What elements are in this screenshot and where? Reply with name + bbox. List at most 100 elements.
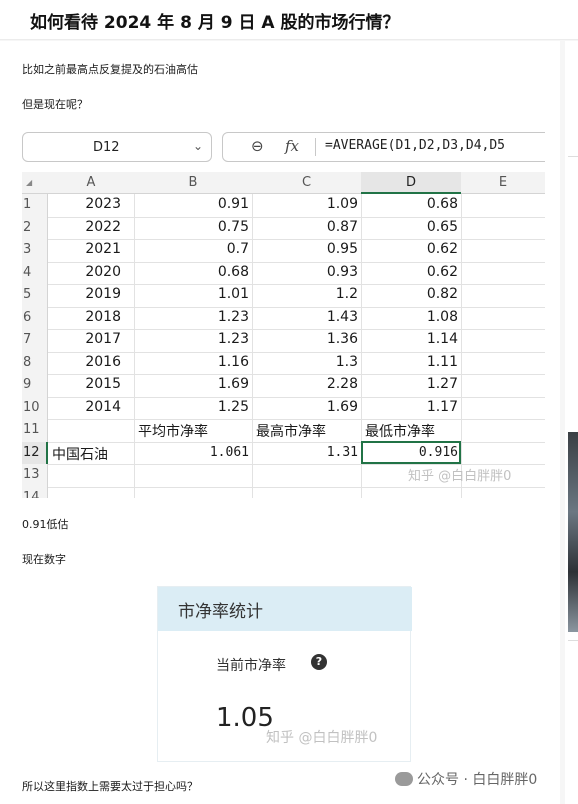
cell[interactable]: 1.16: [134, 354, 252, 370]
name-box-value: D12: [93, 140, 120, 155]
wechat-label: 公众号 · 白白胖胖0: [417, 772, 538, 788]
gridline: [48, 351, 545, 353]
cell[interactable]: 2018: [48, 309, 124, 325]
cell[interactable]: 1.36: [252, 331, 361, 347]
formula-bar[interactable]: ⊖ fx =AVERAGE(D1,D2,D3,D4,D5: [222, 132, 545, 162]
column-header-c[interactable]: C: [252, 172, 361, 194]
cell[interactable]: 0.7: [134, 241, 252, 257]
cell[interactable]: 1.08: [361, 309, 461, 325]
card-title: 市净率统计: [178, 602, 263, 622]
cell[interactable]: 平均市净率: [138, 421, 252, 441]
cell[interactable]: 0.91: [134, 196, 252, 212]
column-header-d[interactable]: D: [361, 172, 461, 194]
card-header: 市净率统计: [158, 587, 412, 631]
cell[interactable]: 0.68: [361, 196, 461, 212]
cell[interactable]: 1.01: [134, 286, 252, 302]
cell[interactable]: 最低市净率: [365, 421, 461, 441]
cell[interactable]: 2014: [48, 399, 124, 415]
row-header[interactable]: 6: [22, 306, 48, 329]
cell[interactable]: 0.65: [361, 219, 461, 235]
cell[interactable]: 1.69: [134, 376, 252, 392]
row-header[interactable]: 1: [22, 194, 48, 217]
cell[interactable]: 2019: [48, 286, 124, 302]
formula-text: =AVERAGE(D1,D2,D3,D4,D5: [325, 138, 506, 153]
cell[interactable]: 0.62: [361, 264, 461, 280]
cell[interactable]: 2023: [48, 196, 124, 212]
cell[interactable]: 1.23: [134, 309, 252, 325]
cell[interactable]: 0.68: [134, 264, 252, 280]
paragraph: 0.91低估: [22, 518, 69, 531]
cell[interactable]: 1.2: [252, 286, 361, 302]
paragraph: 比如之前最高点反复提及的石油高估: [22, 63, 198, 76]
top-bar: 如何看待 2024 年 8 月 9 日 A 股的市场行情？: [0, 0, 578, 40]
excel-screenshot: D12 ⌄ ⊖ fx =AVERAGE(D1,D2,D3,D4,D5 ◢ A B…: [22, 128, 545, 498]
sidebar-image[interactable]: [568, 432, 578, 632]
row-header[interactable]: 14: [22, 486, 48, 498]
divider: [568, 156, 578, 157]
gridline: [48, 329, 545, 330]
column-header-a[interactable]: A: [48, 172, 134, 194]
gridline: [48, 306, 545, 308]
paragraph: 现在数字: [22, 553, 66, 566]
row-header[interactable]: 3: [22, 239, 48, 262]
cell[interactable]: 0.62: [361, 241, 461, 257]
row-header[interactable]: 8: [22, 351, 48, 374]
cell[interactable]: 0.82: [361, 286, 461, 302]
cell[interactable]: 最高市净率: [256, 421, 361, 441]
paragraph: 但是现在呢？: [22, 98, 88, 111]
column-header-e[interactable]: E: [461, 172, 545, 194]
row-header[interactable]: 13: [22, 464, 48, 487]
cell[interactable]: 2021: [48, 241, 124, 257]
chevron-down-icon[interactable]: ⌄: [193, 139, 203, 153]
gridline: [48, 441, 545, 443]
cell[interactable]: 2022: [48, 219, 124, 235]
cell[interactable]: 0.87: [252, 219, 361, 235]
name-box[interactable]: D12 ⌄: [22, 132, 212, 162]
cell[interactable]: 2020: [48, 264, 124, 280]
divider: [568, 640, 578, 641]
row-header[interactable]: 9: [22, 374, 48, 397]
cell[interactable]: 0.93: [252, 264, 361, 280]
function-icon[interactable]: fx: [285, 137, 299, 155]
cell[interactable]: 2015: [48, 376, 124, 392]
cell[interactable]: 0.75: [134, 219, 252, 235]
cell[interactable]: 1.27: [361, 376, 461, 392]
cell[interactable]: 1.14: [361, 331, 461, 347]
gridline: [48, 284, 545, 285]
watermark: 知乎 @白白胖胖0: [408, 469, 512, 484]
gridline: [48, 374, 545, 375]
wechat-watermark: 公众号 · 白白胖胖0: [395, 769, 537, 789]
selected-cell[interactable]: [361, 441, 461, 464]
row-header[interactable]: 7: [22, 329, 48, 352]
cell[interactable]: 中国石油: [52, 444, 134, 464]
pb-stats-card: 市净率统计 当前市净率 ? 1.05 知乎 @白白胖胖0: [157, 586, 412, 762]
column-header-b[interactable]: B: [134, 172, 252, 194]
cell[interactable]: 1.23: [134, 331, 252, 347]
select-all-corner[interactable]: ◢: [22, 172, 48, 194]
cell[interactable]: 1.061: [134, 445, 252, 460]
watermark: 知乎 @白白胖胖0: [266, 730, 378, 746]
zoom-icon[interactable]: ⊖: [251, 137, 264, 155]
cell[interactable]: 0.95: [252, 241, 361, 257]
row-header[interactable]: 12: [22, 441, 48, 464]
cell[interactable]: 1.25: [134, 399, 252, 415]
cell[interactable]: 1.09: [252, 196, 361, 212]
card-label: 当前市净率: [216, 658, 286, 674]
row-header[interactable]: 2: [22, 216, 48, 239]
row-header[interactable]: 4: [22, 261, 48, 284]
row-header[interactable]: 5: [22, 284, 48, 307]
gridline: [48, 261, 545, 263]
cell[interactable]: 1.31: [252, 445, 361, 460]
row-header[interactable]: 10: [22, 396, 48, 419]
cell[interactable]: 1.17: [361, 399, 461, 415]
cell[interactable]: 2016: [48, 354, 124, 370]
row-header[interactable]: 11: [22, 419, 48, 442]
help-icon[interactable]: ?: [311, 654, 327, 670]
cell[interactable]: 1.69: [252, 399, 361, 415]
cell[interactable]: 1.43: [252, 309, 361, 325]
cell[interactable]: 2.28: [252, 376, 361, 392]
cell[interactable]: 1.11: [361, 354, 461, 370]
cell[interactable]: 2017: [48, 331, 124, 347]
gridline: [48, 486, 545, 488]
cell[interactable]: 1.3: [252, 354, 361, 370]
